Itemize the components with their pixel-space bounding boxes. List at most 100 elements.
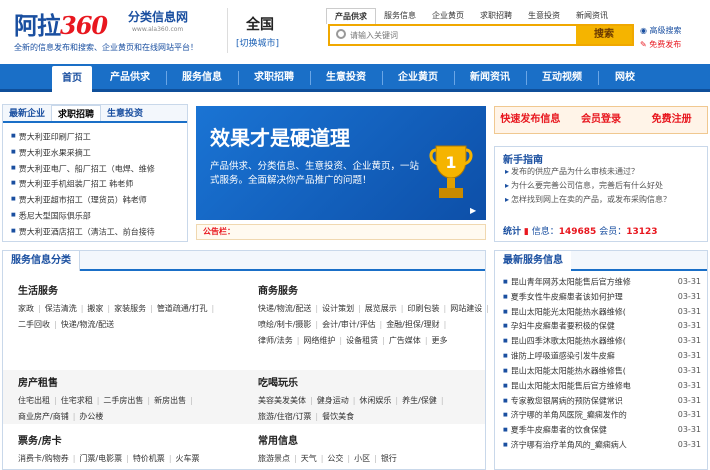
category-link[interactable]: 网站建设 [450, 304, 482, 313]
category-link[interactable]: 养生/保健 [402, 396, 437, 405]
category-link[interactable]: 银行 [381, 454, 397, 463]
category-link[interactable]: 广告媒体 [389, 336, 421, 345]
list-item[interactable]: 贾大利亚电厂、船厂招工（电焊、维修 [11, 161, 187, 177]
guide-item[interactable]: 发布的供应产品为什么审核未通过？ [505, 165, 707, 179]
category-title[interactable]: 常用信息 [258, 432, 494, 447]
news-title[interactable]: 昆山四季沐歌太阳能热水器维修( [503, 334, 663, 349]
news-row[interactable]: 昆山太阳能太阳能热水器维修售(03-31 [503, 364, 701, 379]
news-row[interactable]: 昆山太阳能太阳能售后官方维修电 03-31 [503, 379, 701, 394]
category-link[interactable]: 设备租赁 [346, 336, 378, 345]
news-row[interactable]: 济宁哪有治疗羊角风的_癫痫病人 03-31 [503, 438, 701, 453]
tab-jobs[interactable]: 求职招聘 [51, 105, 102, 121]
category-link[interactable]: 设计策划 [322, 304, 354, 313]
nav-news[interactable]: 新闻资讯 [456, 64, 524, 92]
nav-products[interactable]: 产品供求 [96, 64, 164, 92]
nav-school[interactable]: 网校 [600, 64, 650, 92]
nav-companies[interactable]: 企业黄页 [384, 64, 452, 92]
news-row[interactable]: 昆山青年网苏太阳能售后官方维修 03-31 [503, 275, 701, 290]
news-title[interactable]: 昆山太阳能光太阳能热水器维修( [503, 305, 663, 320]
news-title[interactable]: 济宁哪的羊角风医院_癫痫发作的 [503, 408, 663, 423]
guide-item[interactable]: 为什么要完善公司信息，完善后有什么好处 [505, 179, 707, 193]
switch-city-link[interactable]: [切换城市] [236, 36, 279, 49]
list-item[interactable]: 贾大利亚水果采摘工 [11, 145, 187, 161]
news-row[interactable]: 夏季牛皮癣患者的饮食保健 03-31 [503, 423, 701, 438]
tab-business[interactable]: 生意投资 [101, 105, 149, 121]
category-link[interactable]: 特价机票 [133, 454, 165, 463]
banner-play-icon[interactable]: ▶ [470, 206, 476, 215]
news-row[interactable]: 昆山太阳能光太阳能热水器维修(03-31 [503, 305, 701, 320]
news-title[interactable]: 昆山太阳能太阳能售后官方维修电 [503, 379, 663, 394]
category-link[interactable]: 小区 [354, 454, 370, 463]
category-link[interactable]: 快递/物流/配送 [61, 320, 114, 329]
news-row[interactable]: 孕妇牛皮癣患者要积极的保健 03-31 [503, 319, 701, 334]
category-link[interactable]: 旅游景点 [258, 454, 290, 463]
category-title[interactable]: 房产租售 [18, 374, 254, 389]
category-link[interactable]: 住宅出租 [18, 396, 50, 405]
nav-services[interactable]: 服务信息 [168, 64, 236, 92]
quick-post-button[interactable]: 快速发布信息 [495, 107, 566, 133]
news-row[interactable]: 谁防上呼吸道感染引发牛皮癣 03-31 [503, 349, 701, 364]
site-logo[interactable]: 阿拉360 [14, 6, 108, 41]
news-title[interactable]: 谁防上呼吸道感染引发牛皮癣 [503, 349, 663, 364]
category-link[interactable]: 家装服务 [114, 304, 146, 313]
news-row[interactable]: 济宁哪的羊角风医院_癫痫发作的 03-31 [503, 408, 701, 423]
member-login-button[interactable]: 会员登录 [566, 107, 637, 133]
news-title[interactable]: 专家教您银屑病的预防保健常识 [503, 394, 663, 409]
category-title[interactable]: 生活服务 [18, 282, 254, 297]
category-link[interactable]: 天气 [301, 454, 317, 463]
news-title[interactable]: 济宁哪有治疗羊角风的_癫痫病人 [503, 438, 663, 453]
category-link[interactable]: 家政 [18, 304, 34, 313]
list-item[interactable]: 贾大利亚超市招工（理货员）韩老师 [11, 192, 187, 208]
search-tab-jobs[interactable]: 求职招聘 [472, 8, 520, 24]
nav-video[interactable]: 互动视频 [528, 64, 596, 92]
guide-item[interactable]: 怎样找到网上在卖的产品，或发布采购信息？ [505, 193, 707, 207]
category-link[interactable]: 办公楼 [79, 412, 103, 421]
category-link[interactable]: 快递/物流/配送 [258, 304, 311, 313]
nav-jobs[interactable]: 求职招聘 [240, 64, 308, 92]
category-link[interactable]: 二手房出售 [103, 396, 143, 405]
free-register-button[interactable]: 免费注册 [636, 107, 707, 133]
search-tab-news[interactable]: 新闻资讯 [568, 8, 616, 24]
nav-home[interactable]: 首页 [52, 66, 92, 92]
category-title[interactable]: 票务/房卡 [18, 432, 254, 447]
category-link[interactable]: 住宅求租 [61, 396, 93, 405]
list-item[interactable]: 贾大利亚酒店招工（清洁工、前台接待 [11, 224, 187, 240]
category-link[interactable]: 美容美发美体 [258, 396, 306, 405]
list-item[interactable]: 贾大利亚手机组装厂招工 韩老师 [11, 176, 187, 192]
search-tab-companies[interactable]: 企业黄页 [424, 8, 472, 24]
category-link[interactable]: 印刷包装 [408, 304, 440, 313]
category-link[interactable]: 火车票 [176, 454, 200, 463]
category-link[interactable]: 餐饮美食 [322, 412, 354, 421]
category-link[interactable]: 消费卡/购物券 [18, 454, 69, 463]
category-link[interactable]: 律师/法务 [258, 336, 293, 345]
tab-latest-companies[interactable]: 最新企业 [3, 105, 51, 121]
list-item[interactable]: 贾大利亚印刷厂招工 [11, 129, 187, 145]
news-title[interactable]: 夏季女性牛皮癣患者该如何护理 [503, 290, 663, 305]
category-link[interactable]: 二手回收 [18, 320, 50, 329]
category-link[interactable]: 健身运动 [317, 396, 349, 405]
news-row[interactable]: 昆山四季沐歌太阳能热水器维修(03-31 [503, 334, 701, 349]
search-input[interactable] [350, 28, 570, 42]
category-link[interactable]: 门票/电影票 [79, 454, 122, 463]
category-link[interactable]: 金融/担保/理财 [386, 320, 439, 329]
category-link[interactable]: 喷绘/制卡/摄影 [258, 320, 311, 329]
category-link[interactable]: 展览展示 [365, 304, 397, 313]
search-tab-business[interactable]: 生意投资 [520, 8, 568, 24]
category-link[interactable]: 会计/审计/评估 [322, 320, 375, 329]
search-tab-products[interactable]: 产品供求 [326, 8, 376, 24]
category-link[interactable]: 商业房产/商铺 [18, 412, 69, 421]
category-link[interactable]: 旅游/住宿/订票 [258, 412, 311, 421]
promo-banner[interactable]: 效果才是硬道理 产品供求、分类信息、生意投资、企业黄页，一站式服务。全面解决你产… [196, 106, 486, 220]
news-title[interactable]: 昆山太阳能太阳能热水器维修售( [503, 364, 663, 379]
news-row[interactable]: 专家教您银屑病的预防保健常识 03-31 [503, 394, 701, 409]
category-link[interactable]: 保洁清洗 [45, 304, 77, 313]
advanced-search-link[interactable]: ◉ 高级搜索 [640, 24, 682, 38]
search-tab-services[interactable]: 服务信息 [376, 8, 424, 24]
category-link[interactable]: 新房出售 [154, 396, 186, 405]
search-button[interactable]: 搜索 [576, 26, 632, 44]
category-title[interactable]: 吃喝玩乐 [258, 374, 494, 389]
news-row[interactable]: 夏季女性牛皮癣患者该如何护理 03-31 [503, 290, 701, 305]
category-link[interactable]: 休闲娱乐 [359, 396, 391, 405]
category-title[interactable]: 商务服务 [258, 282, 494, 297]
free-post-link[interactable]: ✎ 免费发布 [640, 38, 682, 52]
